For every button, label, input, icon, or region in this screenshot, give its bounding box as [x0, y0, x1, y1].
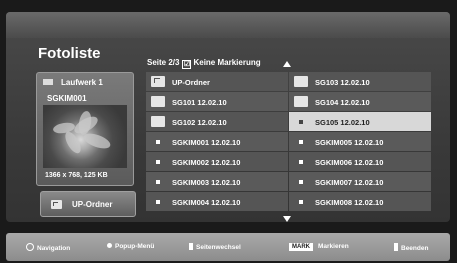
file-item-label: SGKIM008 12.02.10 — [315, 198, 384, 207]
photo-bullet-icon — [156, 200, 160, 204]
file-item-label: SG101 12.02.10 — [172, 98, 227, 107]
file-item[interactable]: SGKIM006 12.02.10 — [289, 152, 431, 171]
photo-bullet-icon — [156, 160, 160, 164]
scroll-up-arrow-icon[interactable] — [283, 61, 291, 67]
menu-button-icon — [107, 243, 112, 248]
exit-label: Beenden — [401, 245, 429, 252]
photo-bullet-icon — [156, 140, 160, 144]
selected-file-name: SGKIM001 — [47, 94, 87, 103]
file-item[interactable]: SGKIM005 12.02.10 — [289, 132, 431, 151]
photo-bullet-icon — [299, 180, 303, 184]
file-item[interactable]: SG103 12.02.10 — [289, 72, 431, 91]
scroll-down-arrow-icon[interactable] — [283, 216, 291, 222]
file-item[interactable]: SGKIM001 12.02.10 — [146, 132, 288, 151]
folder-icon — [294, 76, 308, 87]
folder-up-icon — [151, 76, 165, 87]
folder-up-icon — [51, 200, 62, 209]
file-item-label: SGKIM002 12.02.10 — [172, 158, 241, 167]
file-item[interactable]: SGKIM002 12.02.10 — [146, 152, 288, 171]
page-title: Fotoliste — [38, 45, 101, 62]
file-item-label: SG102 12.02.10 — [172, 118, 227, 127]
file-item-label: SGKIM006 12.02.10 — [315, 158, 384, 167]
file-item[interactable]: SG101 12.02.10 — [146, 92, 288, 111]
mark-status: Keine Markierung — [193, 58, 261, 67]
photo-bullet-icon — [299, 200, 303, 204]
drive-row: Laufwerk 1 — [43, 78, 103, 87]
file-item[interactable]: SGKIM003 12.02.10 — [146, 172, 288, 191]
file-item[interactable]: UP-Ordner — [146, 72, 288, 91]
navigation-label: Navigation — [37, 245, 71, 252]
file-item[interactable]: SGKIM007 12.02.10 — [289, 172, 431, 191]
photo-bullet-icon — [299, 120, 303, 124]
file-item[interactable]: SGKIM004 12.02.10 — [146, 192, 288, 211]
drive-label: Laufwerk 1 — [61, 78, 103, 87]
footer-bar: Navigation Popup-Menü Seitenwechsel MARK… — [6, 233, 450, 261]
popup-menu-label: Popup-Menü — [115, 243, 155, 250]
folder-icon — [294, 96, 308, 107]
footer-mark: MARK Markieren — [289, 243, 349, 251]
exit-icon — [394, 243, 398, 251]
footer-popup-menu: Popup-Menü — [107, 243, 154, 250]
footer-exit: Beenden — [394, 243, 428, 252]
file-item[interactable]: SG104 12.02.10 — [289, 92, 431, 111]
footer-navigation: Navigation — [26, 243, 70, 252]
file-item-label: SGKIM001 12.02.10 — [172, 138, 241, 147]
file-item-label: SGKIM007 12.02.10 — [315, 178, 384, 187]
photo-bullet-icon — [299, 140, 303, 144]
drive-icon — [43, 79, 53, 85]
photo-bullet-icon — [156, 180, 160, 184]
file-item-label: SG103 12.02.10 — [315, 78, 370, 87]
file-item-label: SGKIM005 12.02.10 — [315, 138, 384, 147]
mark-key-icon: MARK — [289, 243, 313, 251]
file-item-label: SGKIM003 12.02.10 — [172, 178, 241, 187]
top-bar — [6, 12, 450, 38]
page-info: Seite 2/3 ☑ Keine Markierung — [147, 58, 261, 69]
preview-panel: Laufwerk 1 SGKIM001 1366 x 768, 125 KB — [36, 72, 134, 186]
image-resolution: 1366 x 768, 125 KB — [45, 172, 108, 179]
file-item-label: SGKIM004 12.02.10 — [172, 198, 241, 207]
navigation-icon — [26, 243, 34, 251]
file-item-label: SG104 12.02.10 — [315, 98, 370, 107]
photo-thumbnail — [43, 105, 127, 168]
up-folder-label: UP-Ordner — [72, 200, 113, 209]
page-change-label: Seitenwechsel — [196, 244, 241, 251]
footer-page-change: Seitenwechsel — [189, 243, 241, 251]
page-icon — [189, 243, 193, 250]
file-item[interactable]: SGKIM008 12.02.10 — [289, 192, 431, 211]
folder-icon — [151, 96, 165, 107]
folder-icon — [151, 116, 165, 127]
file-item[interactable]: SG102 12.02.10 — [146, 112, 288, 131]
file-grid: UP-Ordner SG103 12.02.10 SG101 12.02.10 SG1… — [146, 72, 431, 212]
checkbox-icon: ☑ — [182, 60, 192, 69]
page-indicator: Seite 2/3 — [147, 58, 180, 67]
file-item[interactable]: SG105 12.02.10 — [289, 112, 431, 131]
file-item-label: SG105 12.02.10 — [315, 118, 370, 127]
file-item-label: UP-Ordner — [172, 78, 210, 87]
mark-label: Markieren — [318, 243, 349, 250]
up-folder-button[interactable]: UP-Ordner — [40, 191, 136, 217]
photo-bullet-icon — [299, 160, 303, 164]
